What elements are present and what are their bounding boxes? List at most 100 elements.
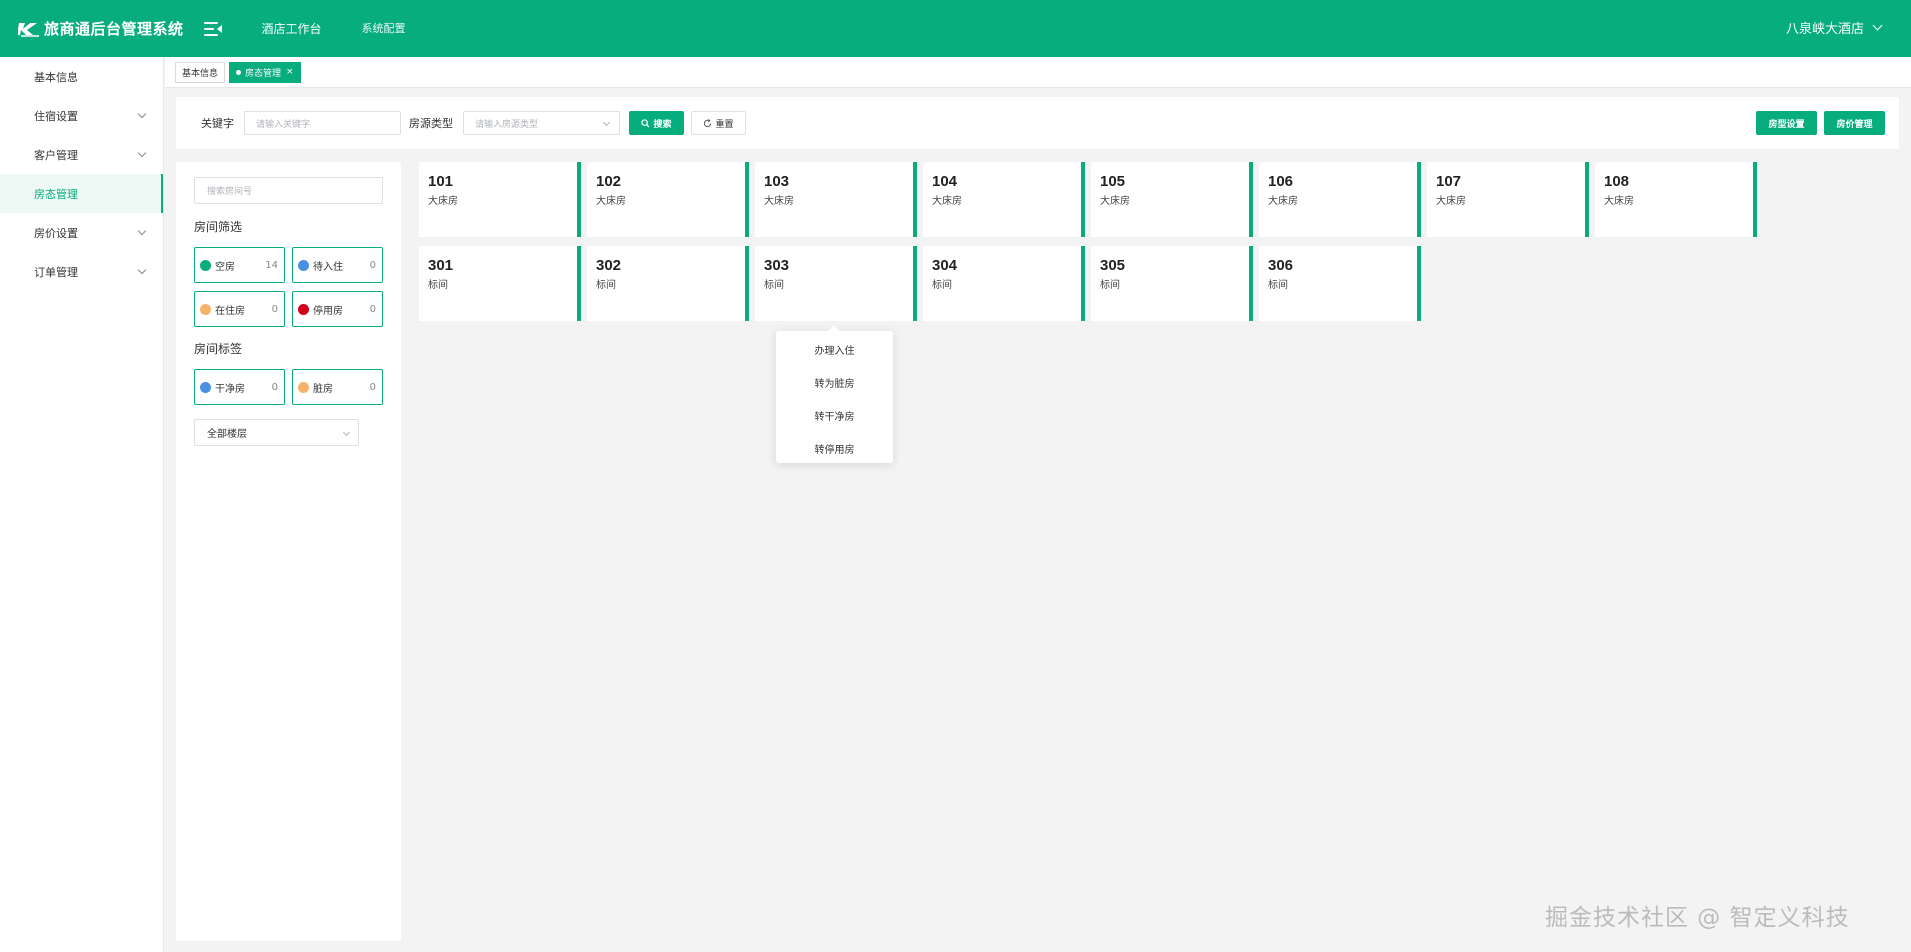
room-type: 标间 [596,280,616,291]
chevron-down-icon [342,428,351,437]
sidebar-item-room-status[interactable]: 房态管理 [0,174,163,213]
room-type: 标间 [1100,280,1120,291]
logo: 旅商通后台管理系统 [18,18,184,39]
tag-clean[interactable]: 干净房 0 [194,369,285,405]
hotel-switcher[interactable]: 八泉峡大酒店 [1785,18,1883,37]
room-number: 107 [1436,173,1462,190]
room-card[interactable]: 304 标间 [923,246,1085,321]
room-card[interactable]: 104 大床房 [923,162,1085,237]
room-price-management-button[interactable]: 房价管理 [1824,111,1885,135]
room-card[interactable]: 303 标间 [755,246,917,321]
room-card[interactable]: 103 大床房 [755,162,917,237]
filter-label: 在住房 [215,305,245,317]
menu-item-out-of-service[interactable]: 转停用房 [776,434,893,467]
menu-item-mark-clean[interactable]: 转干净房 [776,401,893,434]
filter-count: 0 [369,259,376,271]
sidebar-item-label: 客户管理 [34,148,78,162]
hotel-name: 八泉峡大酒店 [1785,22,1864,37]
reset-button[interactable]: 重置 [691,111,746,135]
room-card[interactable]: 108 大床房 [1595,162,1757,237]
top-nav: 酒店工作台 系统配置 [262,20,446,37]
action-buttons: 房型设置 房价管理 [1756,111,1885,135]
room-card[interactable]: 107 大床房 [1427,162,1589,237]
room-type-placeholder: 请输入房源类型 [475,119,539,130]
sidebar-item-basic-info[interactable]: 基本信息 [0,57,163,96]
room-card[interactable]: 106 大床房 [1259,162,1421,237]
tab-room-status[interactable]: 房态管理 × [229,61,301,83]
room-type-settings-button[interactable]: 房型设置 [1756,111,1817,135]
sidebar-item-label: 基本信息 [34,70,78,84]
nav-system-config[interactable]: 系统配置 [362,20,406,37]
filter-count: 14 [265,259,278,271]
room-type: 大床房 [1436,196,1466,207]
filter-count: 0 [271,381,278,393]
keyword-input[interactable]: 请输入关键字 [244,111,401,135]
search-button[interactable]: 搜索 [629,111,684,135]
room-card[interactable]: 302 标间 [587,246,749,321]
tag-dirty[interactable]: 脏房 0 [292,369,383,405]
room-type-select[interactable]: 请输入房源类型 [463,111,620,135]
chevron-down-icon [137,226,147,236]
room-number: 106 [1268,173,1294,190]
filter-occupied[interactable]: 在住房 0 [194,291,285,327]
filter-label: 干净房 [215,383,245,395]
menu-collapse-icon[interactable] [203,21,222,36]
sidebar-item-room-price-settings[interactable]: 房价设置 [0,213,163,252]
room-number: 104 [932,173,958,190]
room-number-search-input[interactable]: 搜索房间号 [194,177,383,204]
menu-item-mark-dirty[interactable]: 转为脏房 [776,368,893,401]
menu-item-check-in[interactable]: 办理入住 [776,335,893,368]
room-type: 标间 [1268,280,1288,291]
room-card[interactable]: 301 标间 [419,246,581,321]
floor-select[interactable]: 全部楼层 [194,419,359,446]
room-card[interactable]: 101 大床房 [419,162,581,237]
room-type: 大床房 [1268,196,1298,207]
tab-basic-info[interactable]: 基本信息 [175,61,226,83]
filter-out-of-service[interactable]: 停用房 0 [292,291,383,327]
status-dot-icon [200,259,211,271]
chevron-down-icon [602,118,611,127]
top-bar: 旅商通后台管理系统 酒店工作台 系统配置 八泉峡大酒店 [0,0,1911,57]
room-filter-title: 房间筛选 [194,220,243,234]
room-card[interactable]: 105 大床房 [1091,162,1253,237]
room-type: 大床房 [428,196,458,207]
sidebar: 基本信息 住宿设置 客户管理 房态管理 房价设置 订单管理 [0,57,164,952]
status-dot-icon [200,381,211,393]
room-number: 101 [428,173,454,190]
close-icon[interactable]: × [286,67,294,77]
room-type: 大床房 [932,196,962,207]
room-card[interactable]: 305 标间 [1091,246,1253,321]
room-number: 302 [596,257,622,274]
sidebar-item-lodging-settings[interactable]: 住宿设置 [0,96,163,135]
room-card[interactable]: 102 大床房 [587,162,749,237]
status-dot-icon [298,259,309,271]
tabs-bar: 基本信息 房态管理 × [165,57,1911,88]
room-number: 102 [596,173,622,190]
sidebar-item-order-management[interactable]: 订单管理 [0,252,163,291]
status-dot-icon [298,381,309,393]
room-number: 105 [1100,173,1126,190]
room-type: 标间 [932,280,952,291]
chevron-down-icon [137,148,147,158]
room-type: 大床房 [1604,196,1634,207]
chevron-down-icon [1872,20,1883,31]
active-dot-icon [236,69,242,75]
room-number: 304 [932,257,958,274]
filter-vacant[interactable]: 空房 14 [194,247,285,283]
chevron-down-icon [137,265,147,275]
tab-label: 房态管理 [245,68,282,79]
filter-pending-checkin[interactable]: 待入住 0 [292,247,383,283]
floor-select-value: 全部楼层 [207,429,247,440]
room-type: 大床房 [596,196,626,207]
room-type: 标间 [764,280,784,291]
room-number: 103 [764,173,790,190]
room-number: 303 [764,257,790,274]
room-card[interactable]: 306 标间 [1259,246,1421,321]
chevron-down-icon [137,109,147,119]
sidebar-item-customer-management[interactable]: 客户管理 [0,135,163,174]
app-title: 旅商通后台管理系统 [44,20,184,38]
nav-hotel-workbench[interactable]: 酒店工作台 [262,20,322,37]
status-dot-icon [200,303,211,315]
filter-label: 空房 [215,261,235,273]
reset-button-label: 重置 [715,119,734,130]
